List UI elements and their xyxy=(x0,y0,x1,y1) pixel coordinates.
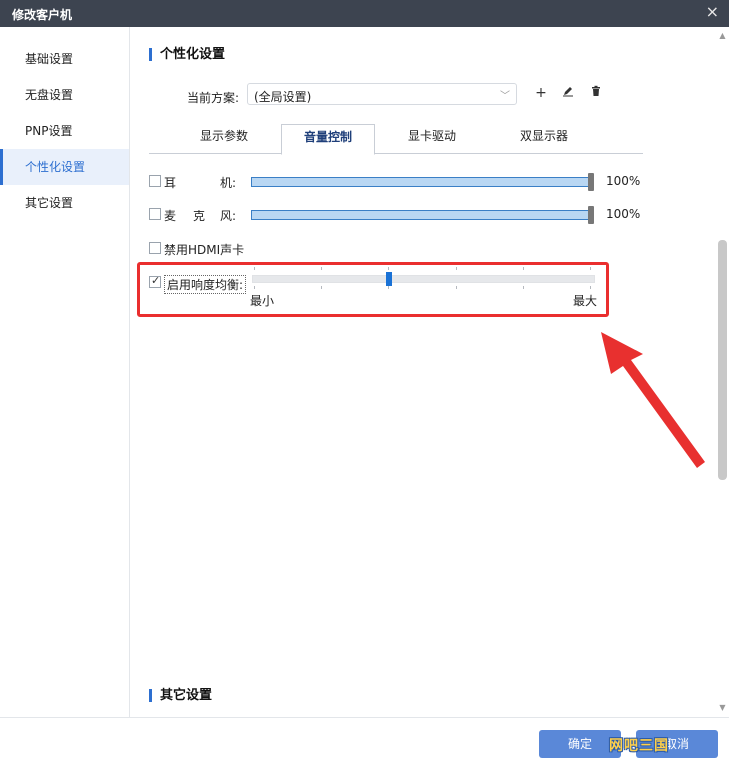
tab-dual-monitor[interactable]: 双显示器 xyxy=(494,124,594,154)
scrollbar[interactable]: ▲ ▼ xyxy=(715,27,729,717)
headphone-volume-handle[interactable] xyxy=(588,173,594,191)
disable-hdmi-label: 禁用HDMI声卡 xyxy=(164,243,245,257)
headphone-label-a: 耳 xyxy=(164,176,177,190)
microphone-checkbox[interactable] xyxy=(149,208,161,220)
scheme-select-value: (全局设置) xyxy=(254,90,312,104)
edit-icon[interactable] xyxy=(560,85,576,101)
microphone-volume-handle[interactable] xyxy=(588,206,594,224)
sidebar-item-basic[interactable]: 基础设置 xyxy=(0,41,129,77)
sidebar: 基础设置 无盘设置 PNP设置 个性化设置 其它设置 xyxy=(0,27,130,717)
scheme-select[interactable]: (全局设置) ﹀ xyxy=(247,83,517,105)
tab-volume[interactable]: 音量控制 xyxy=(281,124,375,155)
delete-icon[interactable] xyxy=(588,85,604,101)
section-title-other: 其它设置 xyxy=(149,689,212,702)
microphone-label-b: 克 xyxy=(193,209,206,223)
microphone-row: 麦 克 风: 100% xyxy=(149,206,669,224)
headphone-checkbox[interactable] xyxy=(149,175,161,187)
headphone-row: 耳 机: 100% xyxy=(149,173,669,191)
microphone-volume-value: 100% xyxy=(606,207,641,221)
headphone-label-b: 机: xyxy=(220,176,237,190)
section-title-personalization: 个性化设置 xyxy=(149,48,225,61)
highlight-box xyxy=(137,262,609,317)
tab-display[interactable]: 显示参数 xyxy=(179,124,269,154)
headphone-volume-bar[interactable] xyxy=(251,177,591,187)
scheme-label: 当前方案: xyxy=(187,91,240,105)
annotation-arrow-icon xyxy=(601,332,705,468)
close-icon[interactable]: × xyxy=(706,3,719,21)
headphone-volume-value: 100% xyxy=(606,174,641,188)
tab-bar: 显示参数 音量控制 显卡驱动 双显示器 xyxy=(149,124,643,155)
window-title: 修改客户机 xyxy=(12,8,73,22)
microphone-label-c: 风: xyxy=(220,209,237,223)
add-icon[interactable]: + xyxy=(533,85,549,101)
scroll-up-icon[interactable]: ▲ xyxy=(718,31,727,40)
title-bar: 修改客户机 × xyxy=(0,0,729,27)
scroll-down-icon[interactable]: ▼ xyxy=(718,703,727,712)
tab-gpu-driver[interactable]: 显卡驱动 xyxy=(387,124,477,154)
sidebar-item-other[interactable]: 其它设置 xyxy=(0,185,129,221)
sidebar-item-personalization[interactable]: 个性化设置 xyxy=(0,149,129,185)
watermark-logo: 网吧三国 xyxy=(609,738,669,754)
microphone-volume-bar[interactable] xyxy=(251,210,591,220)
chevron-down-icon: ﹀ xyxy=(500,91,510,102)
microphone-label-a: 麦 xyxy=(164,209,177,223)
sidebar-item-pnp[interactable]: PNP设置 xyxy=(0,113,129,149)
content-panel: 个性化设置 当前方案: (全局设置) ﹀ + 显示参数 音量控制 显卡驱动 双显… xyxy=(131,27,715,717)
disable-hdmi-row: 禁用HDMI声卡 xyxy=(149,241,349,257)
disable-hdmi-checkbox[interactable] xyxy=(149,242,161,254)
scrollbar-thumb[interactable] xyxy=(718,240,727,480)
sidebar-item-diskless[interactable]: 无盘设置 xyxy=(0,77,129,113)
